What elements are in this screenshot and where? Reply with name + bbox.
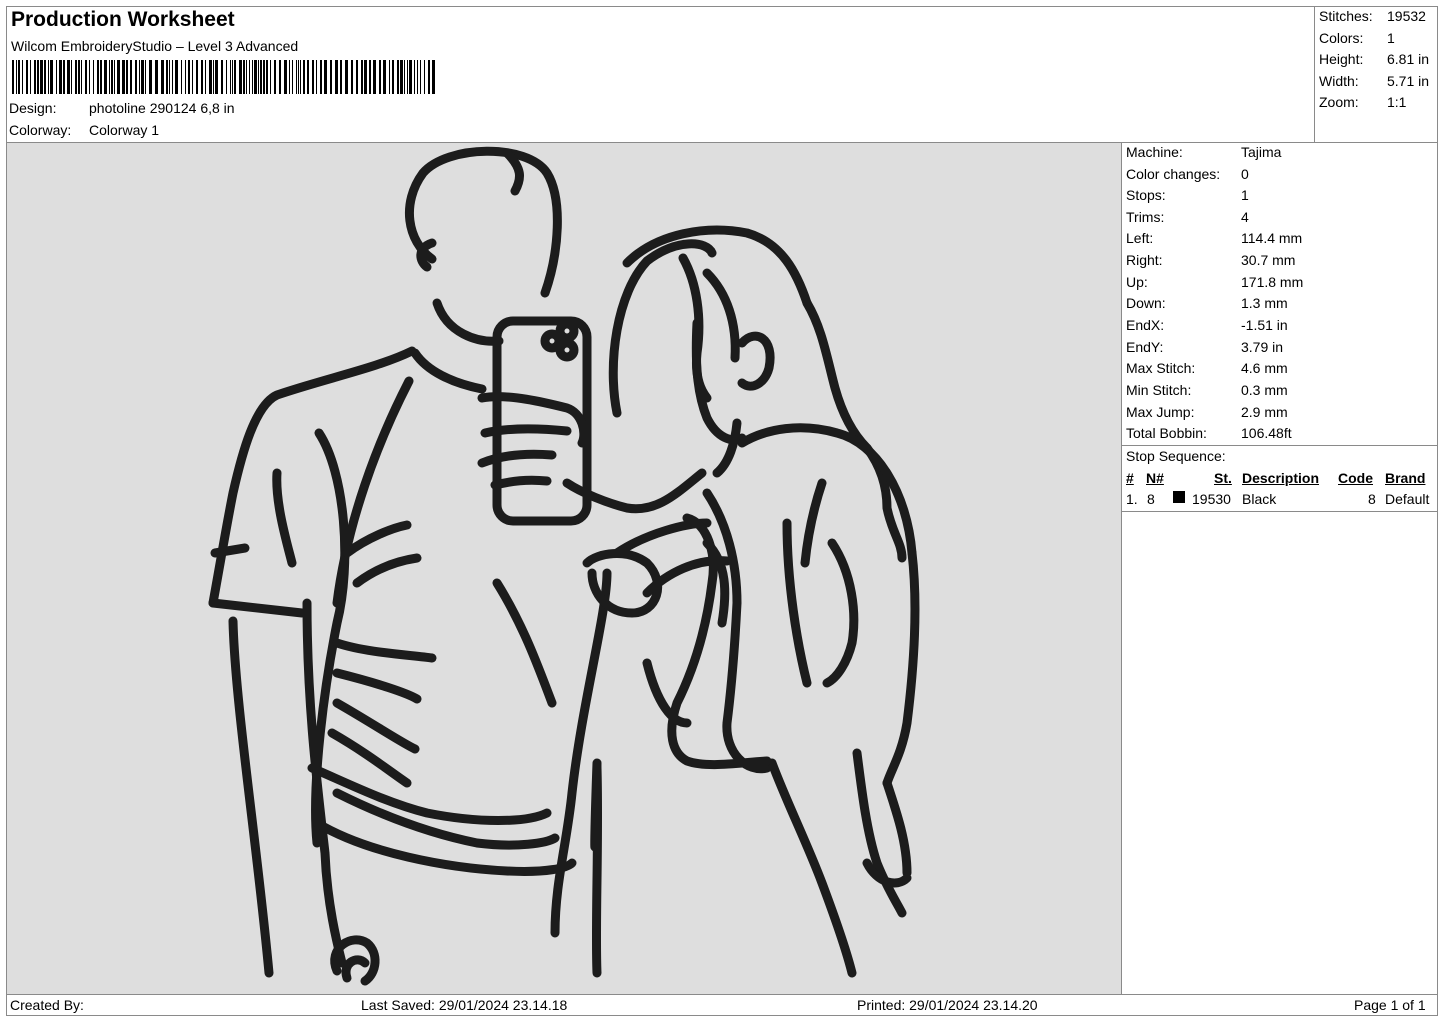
man-jaw xyxy=(432,298,504,346)
woman-hair-strand-2 xyxy=(702,268,740,363)
col-stitches-header: St. xyxy=(1214,470,1232,486)
page-title: Production Worksheet xyxy=(11,8,235,31)
phone-camera-2 xyxy=(555,319,579,343)
colorway-value: Colorway 1 xyxy=(89,122,160,138)
man-fold-4 xyxy=(492,578,557,708)
woman-arm xyxy=(702,488,772,774)
hand-finger-2 xyxy=(477,449,557,468)
created-by: Created By: xyxy=(10,997,84,1013)
summary-stitches: Stitches: 19532 xyxy=(1319,8,1426,24)
info-color-changes: Color changes: 0 xyxy=(1126,166,1249,182)
divider xyxy=(1122,511,1438,512)
info-down: Down: 1.3 mm xyxy=(1126,295,1288,311)
woman-body-fold-3 xyxy=(822,538,859,688)
worksheet-footer: Created By: Last Saved: 29/01/2024 23.14… xyxy=(6,994,1438,1016)
col-brand-header: Brand xyxy=(1385,470,1426,486)
printed-date: Printed: 29/01/2024 23.14.20 xyxy=(857,997,1038,1013)
last-saved: Last Saved: 29/01/2024 23.14.18 xyxy=(361,997,568,1013)
design-preview xyxy=(7,143,1121,994)
info-total-bobbin: Total Bobbin: 106.48ft xyxy=(1126,425,1292,441)
woman-hip xyxy=(882,778,912,878)
woman-leg xyxy=(767,758,857,978)
row-index: 1. xyxy=(1126,491,1138,507)
info-left: Left: 114.4 mm xyxy=(1126,230,1303,246)
design-value: photoline 290124 6,8 in xyxy=(89,100,235,116)
row-brand: Default xyxy=(1385,491,1430,507)
man-fold-3 xyxy=(272,468,297,568)
row-stitches: 19530 xyxy=(1192,491,1231,507)
woman-knee xyxy=(862,858,912,888)
info-trims: Trims: 4 xyxy=(1126,209,1249,225)
summary-colors: Colors: 1 xyxy=(1319,30,1395,46)
summary-zoom: Zoom: 1:1 xyxy=(1319,94,1407,110)
man-arm xyxy=(228,616,274,978)
info-min-stitch: Min Stitch: 0.3 mm xyxy=(1126,382,1288,398)
woman-hair-strand xyxy=(678,253,712,403)
barcode xyxy=(12,60,435,94)
man-leg-2 xyxy=(591,763,603,978)
info-max-stitch: Max Stitch: 4.6 mm xyxy=(1126,360,1288,376)
info-right: Right: 30.7 mm xyxy=(1126,252,1296,268)
woman-body-fold-2 xyxy=(800,478,827,568)
design-label: Design: xyxy=(9,100,57,116)
info-endx: EndX: -1.51 in xyxy=(1126,317,1288,333)
summary-width: Width: 5.71 in xyxy=(1319,73,1430,89)
woman-ear xyxy=(737,331,775,391)
woman-elbow xyxy=(582,549,663,618)
woman-leg-2 xyxy=(852,748,907,918)
stop-sequence-title: Stop Sequence: xyxy=(1126,448,1226,464)
hand-finger-1 xyxy=(480,424,572,438)
page-number: Page 1 of 1 xyxy=(1354,997,1426,1013)
software-name: Wilcom EmbroideryStudio – Level 3 Advanc… xyxy=(11,38,299,54)
row-needle: 8 xyxy=(1147,491,1155,507)
summary-height: Height: 6.81 in xyxy=(1319,51,1430,67)
embroidery-line-art xyxy=(208,146,920,986)
man-hair-line xyxy=(502,148,524,196)
col-code-header: Code xyxy=(1338,470,1373,486)
col-needle-header: N# xyxy=(1146,470,1164,486)
thread-color-swatch xyxy=(1173,491,1185,503)
row-code: 8 xyxy=(1368,491,1376,507)
man-head xyxy=(405,146,562,298)
row-description: Black xyxy=(1242,491,1277,507)
design-row: Design: photoline 290124 6,8 in xyxy=(9,100,235,116)
man-belly-2 xyxy=(332,668,422,704)
woman-arm-2 xyxy=(612,518,712,558)
info-stops: Stops: 1 xyxy=(1126,187,1249,203)
colorway-label: Colorway: xyxy=(9,122,72,138)
man-pocket-2 xyxy=(341,955,370,983)
man-belly-1 xyxy=(332,638,437,663)
col-index-header: # xyxy=(1126,470,1134,486)
man-neck xyxy=(410,348,487,394)
worksheet-header: Production Worksheet Wilcom EmbroiderySt… xyxy=(6,6,1315,143)
info-machine: Machine: Tajima xyxy=(1126,144,1282,160)
colorway-row: Colorway: Colorway 1 xyxy=(9,122,159,138)
info-max-jump: Max Jump: 2.9 mm xyxy=(1126,404,1288,420)
man-sleeve-side xyxy=(210,543,250,558)
col-description-header: Description xyxy=(1242,470,1320,486)
divider xyxy=(1122,445,1438,446)
design-summary: Stitches: 19532 Colors: 1 Height: 6.81 in W… xyxy=(1315,6,1438,143)
info-up: Up: 171.8 mm xyxy=(1126,274,1304,290)
hand-finger-3 xyxy=(490,475,552,490)
woman-back xyxy=(882,548,920,788)
man-chest-fold-2 xyxy=(352,553,422,588)
man-sleeve-hem xyxy=(208,598,307,618)
machine-info-panel: Machine: Tajima Color changes: 0 Stops: 1 T… xyxy=(1121,143,1438,994)
phone-camera-3 xyxy=(555,338,579,362)
info-endy: EndY: 3.79 in xyxy=(1126,339,1284,355)
